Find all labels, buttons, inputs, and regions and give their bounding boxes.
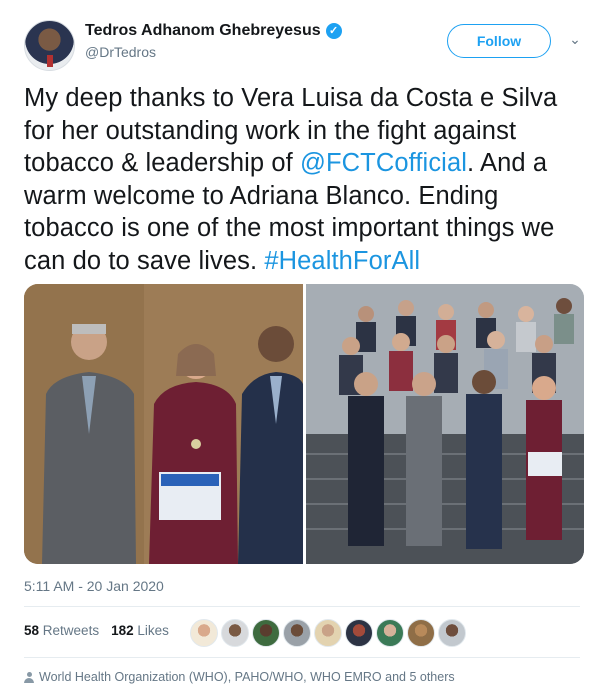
retweets-count: 58 (24, 623, 40, 638)
liker-avatar[interactable] (190, 619, 218, 647)
reply-context-text[interactable]: World Health Organization (WHO), PAHO/WH… (39, 670, 455, 684)
engagement-stats: 58 Retweets 182 Likes (24, 623, 169, 638)
divider (24, 606, 580, 607)
retweets-stat[interactable]: 58 Retweets (24, 623, 99, 638)
liker-avatar[interactable] (376, 619, 404, 647)
tweet-media (24, 284, 584, 564)
liker-avatar[interactable] (407, 619, 435, 647)
photo-right-scene (306, 284, 584, 564)
liker-avatar[interactable] (438, 619, 466, 647)
likes-label: Likes (137, 623, 169, 638)
avatar[interactable] (24, 20, 75, 71)
verified-badge-icon: ✓ (325, 23, 342, 39)
author-block: Tedros Adhanom Ghebreyesus ✓ @DrTedros (85, 22, 342, 60)
liker-avatar[interactable] (314, 619, 342, 647)
photo-left-scene (24, 284, 303, 564)
author-name-row: Tedros Adhanom Ghebreyesus ✓ (85, 22, 342, 40)
liker-avatar[interactable] (283, 619, 311, 647)
retweets-label: Retweets (42, 623, 100, 638)
likes-stat[interactable]: 182 Likes (111, 623, 169, 638)
tweet-header: Tedros Adhanom Ghebreyesus ✓ @DrTedros F… (24, 16, 584, 72)
author-handle[interactable]: @DrTedros (85, 44, 342, 60)
liker-avatar[interactable] (221, 619, 249, 647)
chevron-down-icon[interactable]: ⌄ (568, 32, 582, 46)
photo-left[interactable] (24, 284, 303, 564)
photo-right[interactable] (306, 284, 584, 564)
likes-count: 182 (111, 623, 134, 638)
person-icon (24, 671, 34, 683)
author-name[interactable]: Tedros Adhanom Ghebreyesus (85, 22, 321, 40)
mention-link[interactable]: @FCTCofficial (300, 149, 467, 177)
follow-button[interactable]: Follow (447, 24, 551, 58)
tweet-text: My deep thanks to Vera Luisa da Costa e … (24, 82, 579, 278)
liker-avatar[interactable] (345, 619, 373, 647)
hashtag-link[interactable]: #HealthForAll (264, 247, 420, 275)
divider (24, 657, 580, 658)
tweet-timestamp[interactable]: 5:11 AM - 20 Jan 2020 (24, 578, 164, 594)
liker-avatar[interactable] (252, 619, 280, 647)
liker-avatars (190, 619, 466, 647)
reply-context: World Health Organization (WHO), PAHO/WH… (24, 670, 455, 684)
avatar-detail (47, 55, 53, 67)
